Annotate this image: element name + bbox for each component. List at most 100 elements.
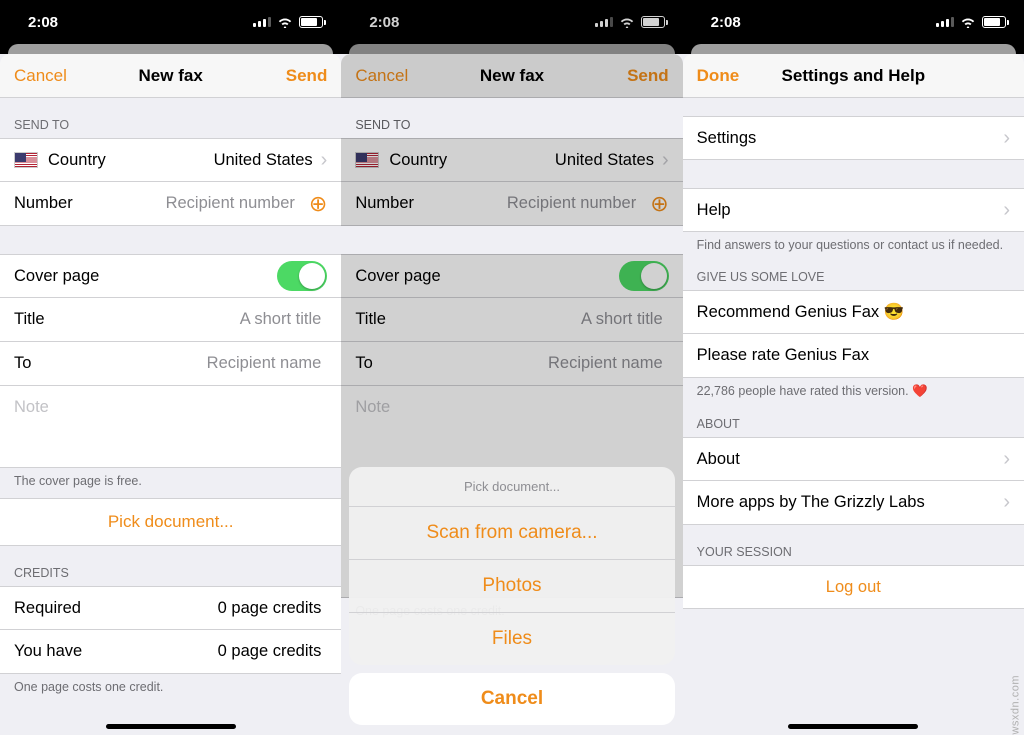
- signal-icon: [936, 17, 954, 27]
- number-placeholder: Recipient number: [73, 194, 301, 213]
- number-row[interactable]: Number Recipient number ⊕: [341, 182, 682, 226]
- about-label: About: [697, 450, 740, 469]
- watermark: wsxdn.com: [1010, 675, 1022, 735]
- signal-icon: [253, 17, 271, 27]
- note-placeholder: Note: [355, 398, 390, 416]
- youhave-row: You have 0 page credits: [0, 630, 341, 674]
- moreapps-row[interactable]: More apps by The Grizzly Labs ›: [683, 481, 1024, 525]
- required-value: 0 page credits: [81, 599, 327, 618]
- cover-label: Cover page: [14, 267, 99, 286]
- title-label: Title: [14, 310, 45, 329]
- chevron-right-icon: ›: [1003, 127, 1010, 150]
- screen-newfax-actionsheet: 2:08 Cancel New fax Send SEND TO Country…: [341, 0, 682, 735]
- actionsheet-scan-camera[interactable]: Scan from camera...: [349, 507, 674, 560]
- status-right: [936, 16, 1006, 28]
- to-row[interactable]: To Recipient name: [341, 342, 682, 386]
- home-indicator: [788, 724, 918, 729]
- number-label: Number: [14, 194, 73, 213]
- recommend-label: Recommend Genius Fax 😎: [697, 303, 905, 322]
- chevron-right-icon: ›: [1003, 448, 1010, 471]
- cover-toggle[interactable]: [619, 261, 669, 291]
- to-label: To: [14, 354, 31, 373]
- send-button[interactable]: Send: [627, 66, 669, 86]
- status-time: 2:08: [369, 14, 399, 31]
- title-row[interactable]: Title A short title: [0, 298, 341, 342]
- wifi-icon: [619, 16, 635, 28]
- number-row[interactable]: Number Recipient number ⊕: [0, 182, 341, 226]
- moreapps-label: More apps by The Grizzly Labs: [697, 493, 925, 512]
- country-label: Country: [389, 151, 447, 170]
- section-sendto: SEND TO: [0, 98, 341, 138]
- done-button[interactable]: Done: [697, 66, 740, 86]
- logout-button[interactable]: Log out: [683, 565, 1024, 609]
- pick-document-button[interactable]: Pick document...: [0, 498, 341, 546]
- country-value: United States: [106, 151, 319, 170]
- cancel-button[interactable]: Cancel: [355, 66, 408, 86]
- actionsheet-pickdocument: Pick document... Scan from camera... Pho…: [349, 467, 674, 725]
- actionsheet-cancel[interactable]: Cancel: [349, 673, 674, 725]
- rate-footer: 22,786 people have rated this version. ❤…: [683, 378, 1024, 409]
- rate-label: Please rate Genius Fax: [697, 346, 869, 365]
- about-row[interactable]: About ›: [683, 437, 1024, 481]
- help-row[interactable]: Help ›: [683, 188, 1024, 232]
- actionsheet-files[interactable]: Files: [349, 613, 674, 665]
- navbar: Cancel New fax Send: [341, 54, 682, 98]
- home-indicator: [106, 724, 236, 729]
- country-label: Country: [48, 151, 106, 170]
- battery-icon: [299, 16, 323, 28]
- actionsheet-title: Pick document...: [349, 467, 674, 507]
- cancel-button[interactable]: Cancel: [14, 66, 67, 86]
- cover-footer: The cover page is free.: [0, 468, 341, 498]
- number-label: Number: [355, 194, 414, 213]
- coverpage-row: Cover page: [341, 254, 682, 298]
- note-field[interactable]: Note: [0, 386, 341, 468]
- wifi-icon: [277, 16, 293, 28]
- country-row[interactable]: Country United States ›: [341, 138, 682, 182]
- status-time: 2:08: [711, 14, 741, 31]
- send-button[interactable]: Send: [286, 66, 328, 86]
- us-flag-icon: [355, 152, 379, 168]
- signal-icon: [595, 17, 613, 27]
- title-placeholder: A short title: [386, 310, 669, 329]
- country-row[interactable]: Country United States ›: [0, 138, 341, 182]
- section-session: YOUR SESSION: [683, 525, 1024, 565]
- add-contact-icon[interactable]: ⊕: [309, 191, 327, 217]
- us-flag-icon: [14, 152, 38, 168]
- battery-icon: [982, 16, 1006, 28]
- wifi-icon: [960, 16, 976, 28]
- navbar: Done Settings and Help: [683, 54, 1024, 98]
- help-label: Help: [697, 201, 731, 220]
- title-label: Title: [355, 310, 386, 329]
- status-bar: 2:08: [683, 0, 1024, 44]
- section-sendto: SEND TO: [341, 98, 682, 138]
- title-row[interactable]: Title A short title: [341, 298, 682, 342]
- cover-toggle[interactable]: [277, 261, 327, 291]
- status-right: [253, 16, 323, 28]
- recommend-row[interactable]: Recommend Genius Fax 😎: [683, 290, 1024, 334]
- to-row[interactable]: To Recipient name: [0, 342, 341, 386]
- chevron-right-icon: ›: [1003, 199, 1010, 222]
- battery-icon: [641, 16, 665, 28]
- settings-label: Settings: [697, 129, 757, 148]
- settings-row[interactable]: Settings ›: [683, 116, 1024, 160]
- required-row: Required 0 page credits: [0, 586, 341, 630]
- to-placeholder: Recipient name: [373, 354, 669, 373]
- credits-footer: One page costs one credit.: [0, 674, 341, 704]
- note-placeholder: Note: [14, 398, 49, 416]
- to-label: To: [355, 354, 372, 373]
- chevron-right-icon: ›: [662, 149, 669, 172]
- required-label: Required: [14, 599, 81, 618]
- navbar: Cancel New fax Send: [0, 54, 341, 98]
- coverpage-row: Cover page: [0, 254, 341, 298]
- section-about: ABOUT: [683, 409, 1024, 437]
- screen-settings: 2:08 Done Settings and Help Settings › H…: [683, 0, 1024, 735]
- actionsheet-photos[interactable]: Photos: [349, 560, 674, 613]
- to-placeholder: Recipient name: [31, 354, 327, 373]
- cover-label: Cover page: [355, 267, 440, 286]
- country-value: United States: [447, 151, 660, 170]
- status-time: 2:08: [28, 14, 58, 31]
- add-contact-icon[interactable]: ⊕: [650, 191, 668, 217]
- title-placeholder: A short title: [45, 310, 328, 329]
- rate-row[interactable]: Please rate Genius Fax: [683, 334, 1024, 378]
- status-bar: 2:08: [341, 0, 682, 44]
